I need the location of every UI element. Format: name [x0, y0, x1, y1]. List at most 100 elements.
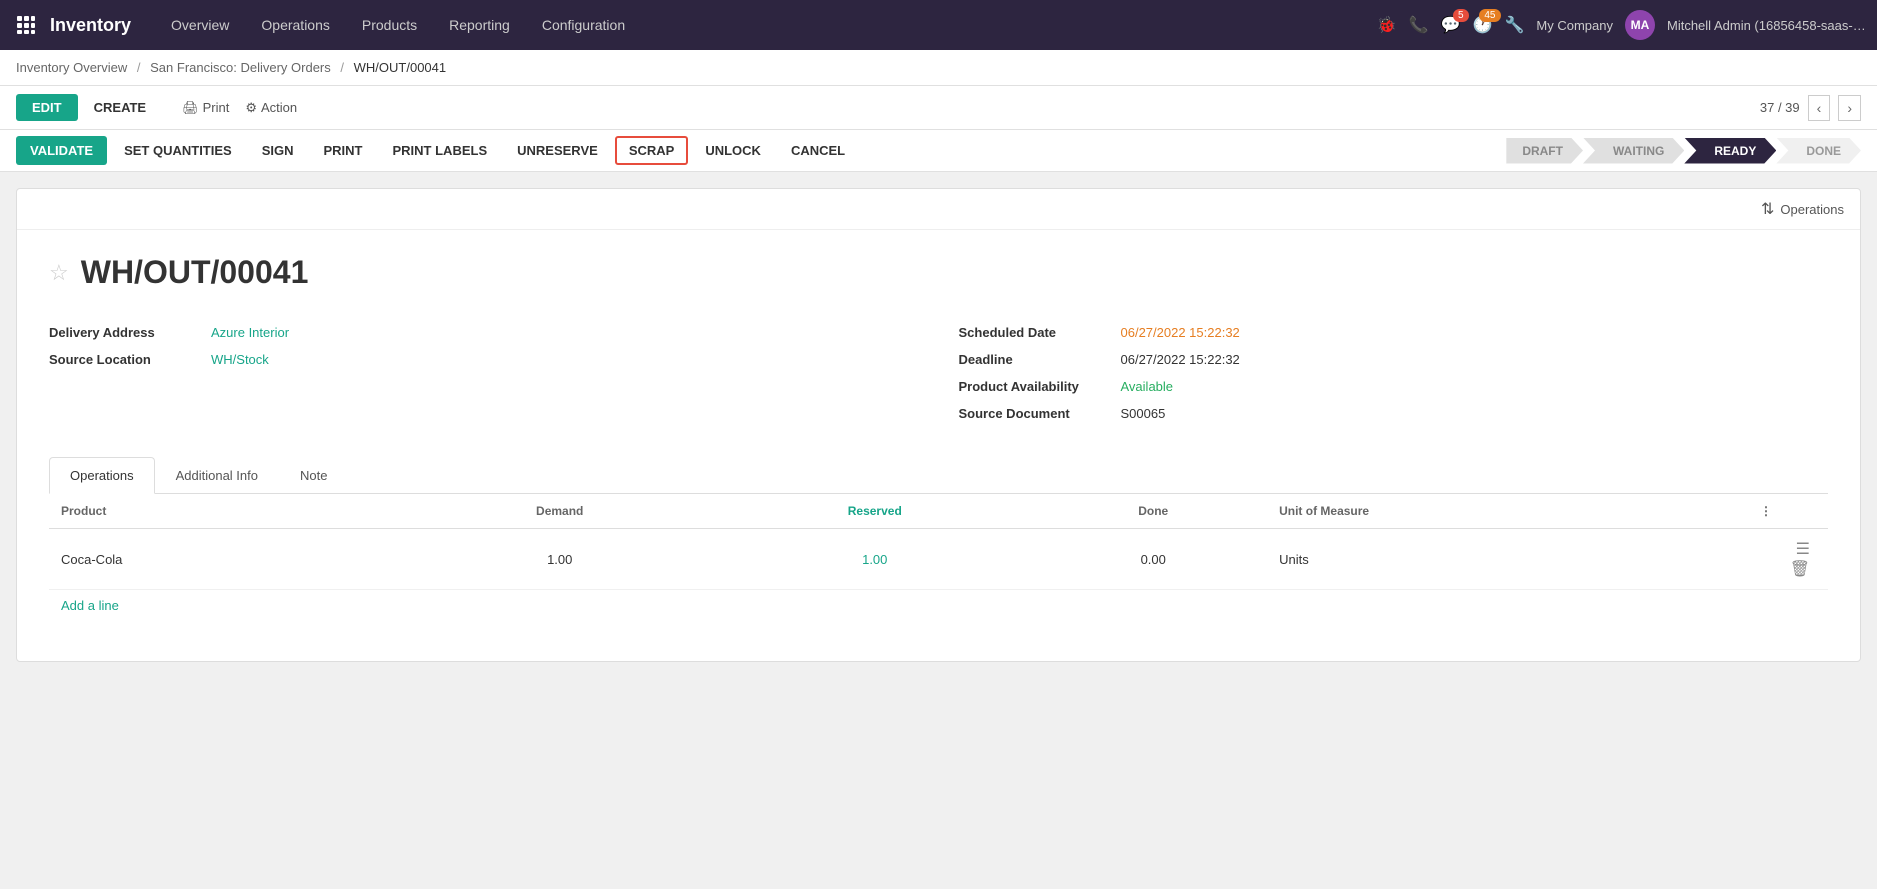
left-fields: Delivery Address Azure Interior Source L…	[49, 319, 919, 427]
user-name: Mitchell Admin (16856458-saas-15-1-al	[1667, 18, 1867, 33]
sign-button[interactable]: SIGN	[249, 136, 307, 165]
field-source-document: Source Document S00065	[959, 400, 1829, 427]
edit-button[interactable]: EDIT	[16, 94, 78, 121]
unlock-button[interactable]: UNLOCK	[692, 136, 774, 165]
chat-icon[interactable]: 💬 5	[1441, 15, 1461, 35]
toolbar: VALIDATE SET QUANTITIES SIGN PRINT PRINT…	[0, 130, 1877, 172]
nav-products[interactable]: Products	[346, 0, 433, 50]
source-location-value[interactable]: WH/Stock	[211, 352, 269, 367]
status-waiting: WAITING	[1583, 138, 1684, 164]
content-card: ⇅ Operations ☆ WH/OUT/00041 Delivery Add…	[16, 188, 1861, 662]
fields-grid: Delivery Address Azure Interior Source L…	[49, 319, 1828, 427]
action-bar-mid: 🖨 Print ⚙ Action	[182, 100, 297, 116]
next-button[interactable]: ›	[1838, 95, 1861, 121]
cell-demand: 1.00	[409, 529, 710, 590]
cell-actions: ☰ 🗑	[1748, 529, 1828, 590]
col-header-product: Product	[49, 494, 409, 529]
row-delete-icon[interactable]: 🗑	[1784, 561, 1816, 578]
status-done: DONE	[1776, 138, 1861, 164]
field-product-availability: Product Availability Available	[959, 373, 1829, 400]
action-label: Action	[261, 100, 297, 115]
nav-overview[interactable]: Overview	[155, 0, 245, 50]
phone-icon[interactable]: 📞	[1409, 15, 1429, 35]
chat-badge: 5	[1453, 9, 1469, 22]
operations-panel-label: Operations	[1780, 202, 1844, 217]
unreserve-button[interactable]: UNRESERVE	[504, 136, 611, 165]
avatar[interactable]: MA	[1625, 10, 1655, 40]
col-header-actions: ⋮	[1748, 494, 1828, 529]
print-button[interactable]: PRINT	[311, 136, 376, 165]
field-scheduled-date: Scheduled Date 06/27/2022 15:22:32	[959, 319, 1829, 346]
prev-button[interactable]: ‹	[1808, 95, 1831, 121]
nav-menu: Overview Operations Products Reporting C…	[155, 0, 1373, 50]
scrap-button[interactable]: SCRAP	[615, 136, 689, 165]
set-quantities-button[interactable]: SET QUANTITIES	[111, 136, 245, 165]
scheduled-date-label: Scheduled Date	[959, 325, 1109, 340]
status-ready: READY	[1684, 138, 1776, 164]
breadcrumb-delivery-orders[interactable]: San Francisco: Delivery Orders	[150, 60, 331, 75]
product-availability-label: Product Availability	[959, 379, 1109, 394]
col-header-uom: Unit of Measure	[1267, 494, 1748, 529]
source-document-value: S00065	[1121, 406, 1166, 421]
clock-icon[interactable]: 🕐 45	[1473, 15, 1493, 35]
add-line-link[interactable]: Add a line	[49, 590, 131, 621]
tab-operations[interactable]: Operations	[49, 457, 155, 494]
source-location-label: Source Location	[49, 352, 199, 367]
breadcrumb-inventory[interactable]: Inventory Overview	[16, 60, 127, 75]
cell-product: Coca-Cola	[49, 529, 409, 590]
pagination-text: 37 / 39	[1760, 100, 1800, 115]
delivery-address-value[interactable]: Azure Interior	[211, 325, 289, 340]
table-row: Coca-Cola 1.00 1.00 0.00 Units ☰ 🗑	[49, 529, 1828, 590]
print-link[interactable]: 🖨 Print	[182, 100, 229, 116]
col-header-done: Done	[1039, 494, 1267, 529]
record-body: ☆ WH/OUT/00041 Delivery Address Azure In…	[17, 230, 1860, 661]
cancel-button[interactable]: CANCEL	[778, 136, 858, 165]
validate-button[interactable]: VALIDATE	[16, 136, 107, 165]
create-button[interactable]: CREATE	[86, 94, 154, 121]
wrench-icon[interactable]: 🔧	[1505, 15, 1525, 35]
top-navigation: Inventory Overview Operations Products R…	[0, 0, 1877, 50]
nav-reporting[interactable]: Reporting	[433, 0, 526, 50]
cell-uom: Units	[1267, 529, 1748, 590]
field-deadline: Deadline 06/27/2022 15:22:32	[959, 346, 1829, 373]
source-document-label: Source Document	[959, 406, 1109, 421]
tab-note[interactable]: Note	[279, 457, 348, 494]
field-source-location: Source Location WH/Stock	[49, 346, 919, 373]
print-labels-button[interactable]: PRINT LABELS	[380, 136, 501, 165]
scheduled-date-value: 06/27/2022 15:22:32	[1121, 325, 1240, 340]
status-bar: DRAFT WAITING READY DONE	[1506, 138, 1861, 164]
favorite-star-icon[interactable]: ☆	[49, 260, 69, 286]
breadcrumb-sep-2: /	[340, 60, 344, 75]
cell-reserved: 1.00	[710, 529, 1039, 590]
col-header-demand: Demand	[409, 494, 710, 529]
action-link[interactable]: ⚙ Action	[245, 100, 297, 116]
record-title-row: ☆ WH/OUT/00041	[49, 254, 1828, 291]
grid-menu-icon[interactable]	[10, 9, 42, 41]
breadcrumb: Inventory Overview / San Francisco: Deli…	[0, 50, 1877, 86]
tab-additional-info[interactable]: Additional Info	[155, 457, 279, 494]
right-fields: Scheduled Date 06/27/2022 15:22:32 Deadl…	[959, 319, 1829, 427]
operations-header: ⇅ Operations	[17, 189, 1860, 230]
gear-icon: ⚙	[245, 100, 257, 116]
bug-icon[interactable]: 🐞	[1377, 15, 1397, 35]
product-availability-value: Available	[1121, 379, 1174, 394]
sort-icon: ⇅	[1761, 199, 1774, 219]
operations-table: Product Demand Reserved Done Unit of Mea…	[49, 494, 1828, 590]
row-detail-icon[interactable]: ☰	[1790, 541, 1816, 558]
delivery-address-label: Delivery Address	[49, 325, 199, 340]
action-bar-right: 37 / 39 ‹ ›	[1760, 95, 1861, 121]
breadcrumb-current: WH/OUT/00041	[354, 60, 446, 75]
clock-badge: 45	[1479, 9, 1500, 22]
print-icon: 🖨	[182, 100, 199, 116]
col-header-reserved: Reserved	[710, 494, 1039, 529]
field-delivery-address: Delivery Address Azure Interior	[49, 319, 919, 346]
main-content: ⇅ Operations ☆ WH/OUT/00041 Delivery Add…	[0, 172, 1877, 678]
tabs-row: Operations Additional Info Note	[49, 457, 1828, 494]
table-wrapper: Product Demand Reserved Done Unit of Mea…	[49, 494, 1828, 637]
nav-operations[interactable]: Operations	[245, 0, 345, 50]
cell-done: 0.00	[1039, 529, 1267, 590]
breadcrumb-sep-1: /	[137, 60, 141, 75]
nav-right-section: 🐞 📞 💬 5 🕐 45 🔧 My Company MA Mitchell Ad…	[1377, 10, 1867, 40]
nav-configuration[interactable]: Configuration	[526, 0, 641, 50]
operations-panel-btn[interactable]: ⇅ Operations	[1761, 199, 1844, 219]
